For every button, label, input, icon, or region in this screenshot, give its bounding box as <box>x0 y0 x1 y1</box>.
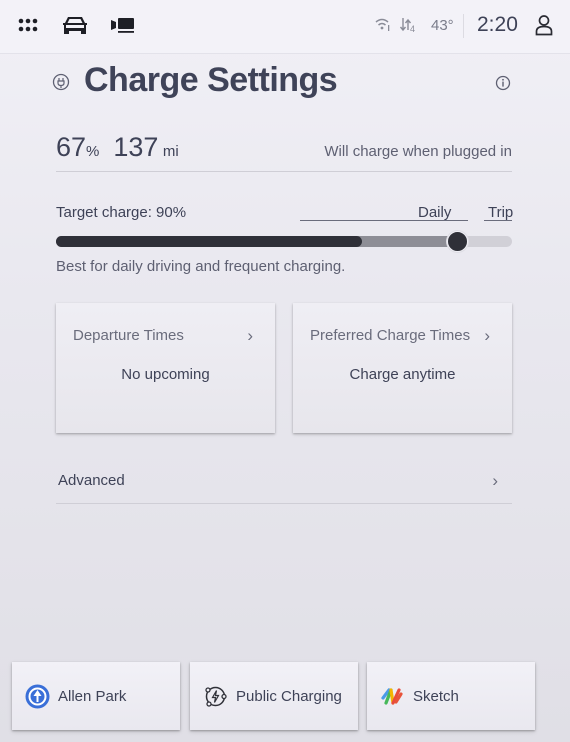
wifi-icon <box>374 17 392 38</box>
user-icon[interactable] <box>535 14 553 41</box>
dock-label: Public Charging <box>236 688 342 705</box>
chevron-right-icon: › <box>484 326 490 345</box>
info-icon[interactable] <box>495 75 511 96</box>
data-signal-icon: 4 <box>399 16 417 39</box>
media-icon[interactable] <box>110 16 136 39</box>
charge-percent-unit: % <box>86 143 100 160</box>
card-value: Charge anytime <box>349 366 456 383</box>
apps-grid-icon[interactable] <box>18 18 38 37</box>
clock: 2:20 <box>477 13 518 36</box>
navigation-icon <box>25 684 50 714</box>
daily-range-line <box>300 220 468 221</box>
target-charge-label: Target charge: 90% <box>56 204 187 221</box>
preferred-charge-times-card[interactable]: Preferred Charge Times › Charge anytime <box>293 303 512 433</box>
svg-text:4: 4 <box>410 24 415 34</box>
page-title: Charge Settings <box>84 61 338 99</box>
sketch-icon <box>380 684 405 714</box>
target-charge-description: Best for daily driving and frequent char… <box>56 258 346 275</box>
status-divider <box>463 14 464 38</box>
charge-status: Will charge when plugged in <box>324 143 512 160</box>
card-value: No upcoming <box>121 366 210 383</box>
public-charging-icon <box>203 684 228 714</box>
charge-percent-value: 67 <box>56 132 87 162</box>
range-value: 137 <box>113 132 159 162</box>
departure-times-card[interactable]: Departure Times › No upcoming <box>56 303 275 433</box>
slider-thumb[interactable] <box>447 231 469 252</box>
chevron-right-icon: › <box>492 471 498 490</box>
temperature: 43° <box>431 17 454 34</box>
card-title: Preferred Charge Times <box>310 327 471 344</box>
mode-daily-label[interactable]: Daily <box>418 204 451 221</box>
divider <box>56 171 512 172</box>
range-unit: mi <box>162 143 179 160</box>
advanced-label: Advanced <box>58 472 125 489</box>
status-bar: 4 43° 2:20 <box>0 0 570 54</box>
plug-icon <box>52 73 70 96</box>
dock-label: Allen Park <box>58 688 127 705</box>
divider <box>56 503 512 504</box>
target-charge-slider[interactable] <box>56 231 512 252</box>
chevron-right-icon: › <box>247 326 253 345</box>
trip-range-line <box>484 220 512 221</box>
mode-trip-label[interactable]: Trip <box>488 204 513 221</box>
dock-button-sketch[interactable]: Sketch <box>367 662 535 730</box>
dock-button-allen-park[interactable]: Allen Park <box>12 662 180 730</box>
slider-current-fill <box>56 236 362 247</box>
card-title: Departure Times <box>73 327 184 344</box>
advanced-row[interactable]: Advanced › <box>56 458 512 504</box>
charge-stats: 67% 137 mi <box>56 132 193 163</box>
dock-label: Sketch <box>413 688 459 705</box>
car-icon[interactable] <box>62 14 88 41</box>
dock-button-public-charging[interactable]: Public Charging <box>190 662 358 730</box>
